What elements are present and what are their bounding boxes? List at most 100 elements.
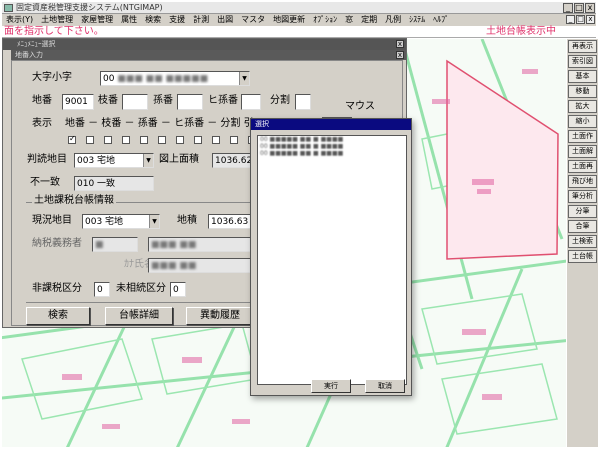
mouse-label: マウス	[345, 101, 375, 112]
execute-button[interactable]: 実行	[311, 379, 351, 393]
menu-view[interactable]: 表示(Y)	[2, 14, 37, 26]
change-history-button[interactable]: 異動履歴	[186, 307, 254, 325]
sep1-checkbox[interactable]	[86, 136, 94, 144]
land-face-create-button[interactable]: 土面作	[568, 130, 597, 143]
menu-select-title: ﾒﾆｭﾒﾆｭｰ選択	[17, 40, 56, 48]
title-bar: 固定資産税管理支援システム(NTGIMAP) _ □ x	[2, 2, 596, 14]
base-button[interactable]: 基本	[568, 70, 597, 83]
parcel-input-close-icon[interactable]: x	[396, 51, 404, 59]
sep2-checkbox[interactable]	[122, 136, 130, 144]
oaza-value: 00	[103, 74, 115, 84]
mdi-restore-button[interactable]: □	[576, 15, 585, 24]
land-search-button[interactable]: 土検索	[568, 235, 597, 248]
sep4-checkbox[interactable]	[194, 136, 202, 144]
menu-house[interactable]: 家屋管理	[77, 14, 117, 26]
maximize-button[interactable]: □	[574, 3, 584, 13]
land-ledger-button[interactable]: 土台帳	[568, 250, 597, 263]
menu-select-close-icon[interactable]: x	[396, 40, 404, 48]
menu-periodic[interactable]: 定期	[357, 14, 381, 26]
menu-bar: 表示(Y) 土地管理 家屋管理 属性 検索 支援 計測 出図 マスタ 地図更新 …	[2, 14, 596, 26]
oaza-name-obscured: ■■■ ■■ ■■■■■	[114, 74, 209, 84]
merge-button[interactable]: 合筆	[568, 220, 597, 233]
hantei-chimoku-label: 判読地目	[27, 154, 67, 165]
menu-help[interactable]: ﾍﾙﾌﾟ	[429, 14, 453, 26]
sep3-checkbox[interactable]	[158, 136, 166, 144]
menu-window[interactable]: 窓	[341, 14, 357, 26]
index-map-button[interactable]: 索引図	[568, 55, 597, 68]
sep5-checkbox[interactable]	[230, 136, 238, 144]
window-title: 固定資産税管理支援システム(NTGIMAP)	[16, 3, 163, 12]
move-button[interactable]: 移動	[568, 85, 597, 98]
menu-legend[interactable]: 凡例	[381, 14, 405, 26]
zujo-menseki-label: 図上面積	[159, 154, 199, 165]
chiban-display-checkbox[interactable]	[68, 134, 76, 144]
chiban-input[interactable]: 9001	[62, 94, 94, 110]
status-message: 土地台帳表示中	[486, 26, 556, 37]
hikazei-field[interactable]: 0	[94, 282, 110, 297]
bunkatsu-display-checkbox[interactable]	[212, 136, 220, 144]
genkyo-chimoku-select[interactable]: 003 宅地 ▼	[82, 214, 160, 229]
parcel-input-caption: 地番入力 x	[11, 50, 406, 60]
fuicchi-field: 010 一致	[74, 176, 154, 191]
edaban-display-checkbox[interactable]	[104, 136, 112, 144]
menu-attr[interactable]: 属性	[117, 14, 141, 26]
menu-support[interactable]: 支援	[165, 14, 189, 26]
menu-land[interactable]: 土地管理	[37, 14, 77, 26]
menu-output[interactable]: 出図	[213, 14, 237, 26]
minimize-button[interactable]: _	[563, 3, 573, 13]
mdi-minimize-button[interactable]: _	[566, 15, 575, 24]
menu-map-update[interactable]: 地図更新	[269, 14, 309, 26]
search-button[interactable]: 検索	[26, 307, 90, 325]
menu-option[interactable]: ｵﾌﾟｼｮﾝ	[309, 14, 341, 26]
selection-list[interactable]: 00 ■■■■■ ■■ ■ ■■■■ 00 ■■■■■ ■■ ■ ■■■■ 00…	[257, 135, 407, 385]
chiseki-label: 地積	[177, 215, 197, 226]
hikazei-label: 非課税区分	[32, 283, 82, 294]
land-face-redo-button[interactable]: 土面再	[568, 160, 597, 173]
misokuzoku-label: 未相続区分	[116, 283, 166, 294]
misokuzoku-field[interactable]: 0	[170, 282, 186, 297]
zoom-out-button[interactable]: 縮小	[568, 115, 597, 128]
chevron-down-icon: ▼	[143, 154, 153, 167]
ledger-detail-button[interactable]: 台帳詳細	[105, 307, 173, 325]
subdivide-button[interactable]: 分筆	[568, 205, 597, 218]
chiban-label: 地番	[32, 95, 52, 106]
hyoji-label: 表示	[32, 118, 52, 129]
hiban-display-checkbox[interactable]	[176, 136, 184, 144]
button-divider	[26, 302, 254, 303]
owner-name-field: ■■■ ■■	[148, 237, 254, 252]
mdi-close-button[interactable]: x	[586, 15, 595, 24]
message-bar: 面を指示して下さい。 土地台帳表示中	[2, 26, 596, 38]
bunkatsu-input[interactable]	[295, 94, 311, 110]
redraw-button[interactable]: 再表示	[568, 40, 597, 53]
list-item[interactable]: 00 ■■■■■ ■■ ■ ■■■■	[258, 136, 406, 143]
land-face-release-button[interactable]: 土面解	[568, 145, 597, 158]
chevron-down-icon: ▼	[239, 72, 249, 85]
fuicchi-label: 不一致	[30, 177, 60, 188]
parcel-input-title: 地番入力	[15, 51, 43, 59]
zoom-in-button[interactable]: 拡大	[568, 100, 597, 113]
menu-system[interactable]: ｼｽﾃﾑ	[405, 14, 429, 26]
parcel-analysis-button[interactable]: 筆分析	[568, 190, 597, 203]
app-window: 固定資産税管理支援システム(NTGIMAP) _ □ x 表示(Y) 土地管理 …	[0, 0, 600, 455]
edaban-label: 枝番	[98, 95, 118, 106]
list-item[interactable]: 00 ■■■■■ ■■ ■ ■■■■	[258, 150, 406, 157]
hantei-chimoku-select[interactable]: 003 宅地 ▼	[74, 153, 154, 168]
menu-master[interactable]: マスタ	[237, 14, 269, 26]
enclave-button[interactable]: 飛び地	[568, 175, 597, 188]
genkyo-chimoku-label: 現況地目	[32, 215, 72, 226]
selection-title: 選択	[255, 120, 269, 128]
magoban-display-checkbox[interactable]	[140, 136, 148, 144]
list-item[interactable]: 00 ■■■■■ ■■ ■ ■■■■	[258, 143, 406, 150]
cancel-button[interactable]: 取消	[365, 379, 405, 393]
zujo-menseki-field: 1036.62	[212, 153, 254, 168]
close-button[interactable]: x	[585, 3, 595, 13]
hantei-chimoku-value: 003 宅地	[77, 156, 116, 166]
oaza-label: 大字小字	[32, 72, 72, 83]
menu-search[interactable]: 検索	[141, 14, 165, 26]
hiban-input[interactable]	[241, 94, 261, 110]
magoban-input[interactable]	[177, 94, 203, 110]
chiseki-field: 1036.63	[208, 214, 254, 229]
oaza-select[interactable]: 00 ■■■ ■■ ■■■■■ ▼	[100, 71, 250, 86]
edaban-input[interactable]	[122, 94, 148, 110]
menu-measure[interactable]: 計測	[189, 14, 213, 26]
